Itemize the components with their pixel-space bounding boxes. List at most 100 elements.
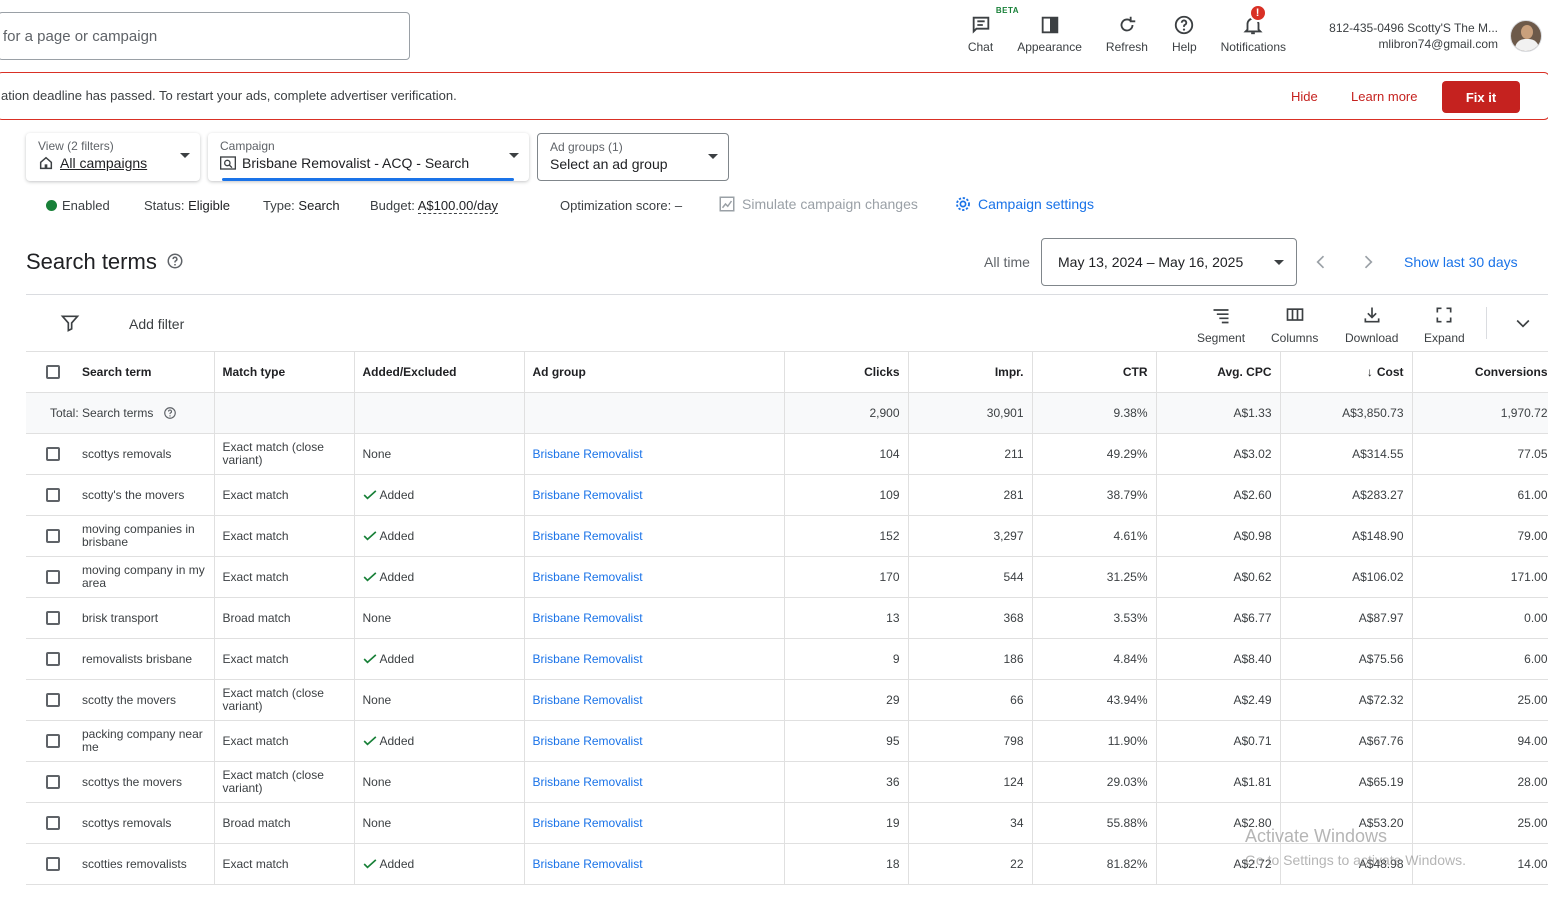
ctr-cell: 49.29% (1032, 433, 1157, 475)
ad-group-link[interactable]: Brisbane Removalist (524, 433, 785, 475)
windows-watermark-subtitle: Go to Settings to activate Windows. (1245, 852, 1466, 868)
notifications-button[interactable]: ! Notifications (1209, 4, 1298, 54)
conversions-cell: 94.00 (1412, 720, 1548, 762)
top-actions: BETA Chat Appearance Refresh Help ! Noti… (956, 4, 1298, 54)
ad-group-link[interactable]: Brisbane Removalist (524, 597, 785, 639)
header-conversions[interactable]: Conversions (1412, 351, 1548, 393)
chevron-down-icon (1274, 260, 1284, 265)
ad-group-link[interactable]: Brisbane Removalist (524, 720, 785, 762)
expand-button[interactable]: Expand (1424, 305, 1465, 345)
header-ad-group[interactable]: Ad group (524, 351, 785, 393)
account-name: 812-435-0496 Scotty'S The M... (1329, 21, 1498, 35)
ad-group-link[interactable]: Brisbane Removalist (524, 515, 785, 557)
filter-icon[interactable] (60, 313, 80, 333)
added-excluded-cell: None (354, 761, 525, 803)
cost-cell: A$67.76 (1280, 720, 1413, 762)
match-type-cell: Exact match (close variant) (214, 433, 355, 475)
table-toolbar: Add filter Segment Columns Download Expa… (26, 295, 1548, 351)
help-label: Help (1171, 40, 1197, 54)
date-range-picker[interactable]: May 13, 2024 – May 16, 2025 (1041, 238, 1297, 286)
clicks-cell: 13 (784, 597, 909, 639)
chevron-right-icon[interactable] (1358, 252, 1378, 272)
clicks-cell: 18 (784, 843, 909, 885)
ad-group-selector[interactable]: Ad groups (1) Select an ad group (537, 133, 729, 181)
show-last-30-days-button[interactable]: Show last 30 days (1404, 254, 1518, 270)
search-input[interactable]: for a page or campaign (0, 12, 410, 60)
campaign-settings-button[interactable]: Campaign settings (954, 195, 1094, 213)
columns-button[interactable]: Columns (1271, 305, 1318, 345)
add-filter-button[interactable]: Add filter (129, 316, 184, 332)
added-excluded-cell: None (354, 597, 525, 639)
avg-cpc-cell: A$2.60 (1156, 474, 1281, 516)
row-checkbox[interactable] (26, 597, 74, 639)
simulate-changes-button[interactable]: Simulate campaign changes (718, 195, 918, 213)
ad-group-link[interactable]: Brisbane Removalist (524, 802, 785, 844)
ad-group-link[interactable]: Brisbane Removalist (524, 843, 785, 885)
conversions-cell: 25.00 (1412, 802, 1548, 844)
added-excluded-cell: Added (354, 638, 525, 680)
added-excluded-cell: Added (354, 556, 525, 598)
table-row: scottys the movers Exact match (close var… (26, 761, 1548, 803)
hide-link[interactable]: Hide (1291, 89, 1318, 104)
header-ctr[interactable]: CTR (1032, 351, 1157, 393)
impr-cell: 544 (908, 556, 1033, 598)
header-avg-cpc[interactable]: Avg. CPC (1156, 351, 1281, 393)
fix-it-button[interactable]: Fix it (1442, 81, 1520, 113)
ctr-cell: 4.84% (1032, 638, 1157, 680)
clicks-cell: 152 (784, 515, 909, 557)
chevron-down-icon[interactable] (1513, 313, 1533, 333)
notifications-label: Notifications (1220, 40, 1286, 54)
avatar[interactable] (1510, 20, 1542, 52)
header-impr[interactable]: Impr. (908, 351, 1033, 393)
table-header-row: Search term Match type Added/Excluded Ad… (26, 351, 1548, 393)
download-button[interactable]: Download (1345, 305, 1398, 345)
row-checkbox[interactable] (26, 433, 74, 475)
chat-button[interactable]: BETA Chat (956, 6, 1019, 54)
view-selector[interactable]: View (2 filters) All campaigns (26, 133, 200, 181)
header-search-term[interactable]: Search term (74, 351, 215, 393)
clicks-cell: 104 (784, 433, 909, 475)
ad-group-link[interactable]: Brisbane Removalist (524, 474, 785, 516)
refresh-button[interactable]: Refresh (1094, 6, 1160, 54)
row-checkbox[interactable] (26, 802, 74, 844)
help-button[interactable]: Help (1160, 6, 1209, 54)
ad-group-link[interactable]: Brisbane Removalist (524, 638, 785, 680)
help-circle-icon[interactable] (163, 406, 177, 420)
ad-group-link[interactable]: Brisbane Removalist (524, 556, 785, 598)
ad-group-selector-label: Ad groups (1) (550, 140, 623, 154)
total-label: Total: Search terms (26, 392, 215, 434)
row-checkbox[interactable] (26, 556, 74, 598)
enabled-status[interactable]: Enabled (46, 198, 110, 213)
campaign-selector[interactable]: Campaign Brisbane Removalist - ACQ - Sea… (208, 133, 529, 181)
select-all-checkbox[interactable] (26, 351, 74, 393)
row-checkbox[interactable] (26, 515, 74, 557)
campaign-budget[interactable]: Budget: A$100.00/day (370, 198, 498, 214)
account-info[interactable]: 812-435-0496 Scotty'S The M... mlibron74… (1329, 20, 1498, 52)
cost-cell: A$314.55 (1280, 433, 1413, 475)
row-checkbox[interactable] (26, 638, 74, 680)
row-checkbox[interactable] (26, 720, 74, 762)
columns-icon (1286, 308, 1304, 321)
learn-more-link[interactable]: Learn more (1351, 89, 1417, 104)
row-checkbox[interactable] (26, 679, 74, 721)
row-checkbox[interactable] (26, 474, 74, 516)
segment-button[interactable]: Segment (1197, 305, 1245, 345)
row-checkbox[interactable] (26, 761, 74, 803)
help-circle-icon[interactable] (166, 252, 184, 270)
header-added-excluded[interactable]: Added/Excluded (354, 351, 525, 393)
added-excluded-cell: Added (354, 474, 525, 516)
help-icon (1175, 15, 1194, 35)
ad-group-link[interactable]: Brisbane Removalist (524, 679, 785, 721)
ad-group-link[interactable]: Brisbane Removalist (524, 761, 785, 803)
download-icon (1364, 307, 1380, 323)
avg-cpc-cell: A$6.77 (1156, 597, 1281, 639)
header-cost[interactable]: ↓ Cost (1280, 351, 1413, 393)
added-excluded-cell: None (354, 433, 525, 475)
row-checkbox[interactable] (26, 843, 74, 885)
chevron-left-icon[interactable] (1311, 252, 1331, 272)
appearance-button[interactable]: Appearance (1005, 6, 1094, 54)
header-match-type[interactable]: Match type (214, 351, 355, 393)
match-type-cell: Exact match (214, 556, 355, 598)
header-clicks[interactable]: Clicks (784, 351, 909, 393)
table-row: scottys removals Exact match (close varia… (26, 433, 1548, 475)
